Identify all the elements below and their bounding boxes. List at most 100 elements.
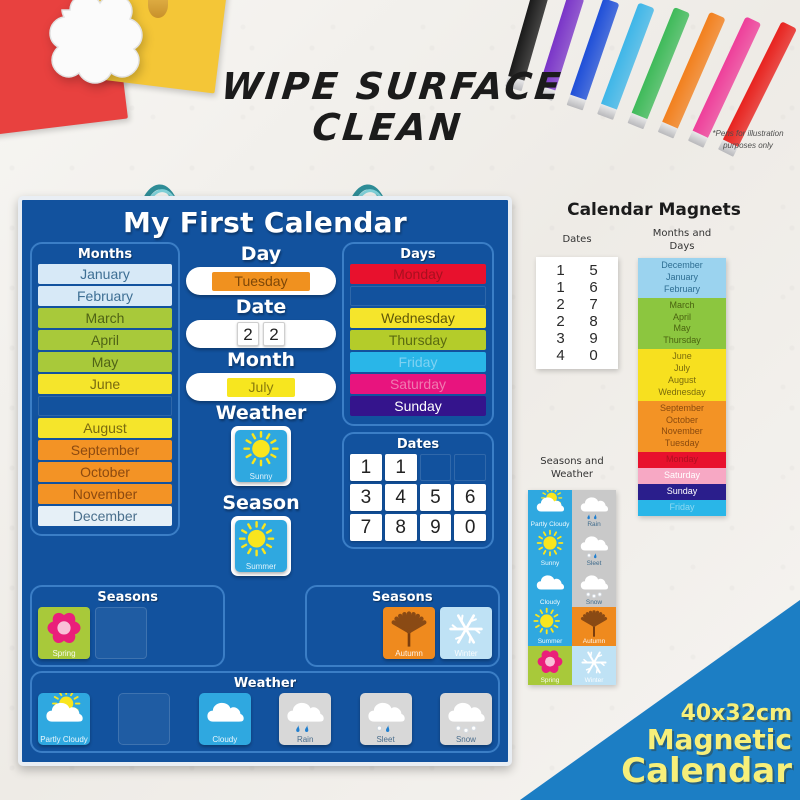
magnet-group[interactable]: March April May Thursday [638,297,726,350]
magnet-date-digit[interactable]: 6 [589,279,597,296]
magnet-item-may[interactable]: May [638,323,726,335]
day-slot[interactable]: Tuesday [186,267,336,295]
magnet-date-digit[interactable]: 3 [556,330,564,347]
season-slot[interactable]: Summer [231,516,291,576]
dates-cell-empty[interactable] [454,454,486,481]
tile-june[interactable]: June [38,374,172,394]
magnet-sw-sunny[interactable]: Sunny [528,529,572,568]
magnet-date-digit[interactable]: 4 [556,347,564,364]
tile-monday[interactable]: Monday [350,264,486,284]
weather-current-tile[interactable]: Sunny [235,430,287,482]
magnet-item-sunday[interactable]: Sunday [638,486,726,498]
magnet-item-december[interactable]: December [638,260,726,272]
magnet-item-november[interactable]: November [638,426,726,438]
season-current-tile[interactable]: Summer [235,520,287,572]
magnet-item-thursday[interactable]: Thursday [638,335,726,347]
dates-cell[interactable]: 8 [384,514,417,541]
date-slot[interactable]: 22 [186,320,336,348]
magnet-date-digit[interactable]: 5 [589,262,597,279]
magnet-sw-snow[interactable]: Snow [572,568,616,607]
weather-slot[interactable]: Sunny [231,426,291,486]
tile-saturday[interactable]: Saturday [350,374,486,394]
magnet-group[interactable]: Friday [638,499,726,516]
magnet-date-digit[interactable]: 2 [556,313,564,330]
tile-february[interactable]: February [38,286,172,306]
dates-cell[interactable]: 5 [419,484,452,511]
weather-tile-partly-cloudy[interactable]: Partly Cloudy [38,693,90,745]
dates-cell[interactable]: 3 [350,484,382,511]
weather-tile-rain[interactable]: Rain [279,693,332,745]
seasons-weather-magnet-sheet[interactable]: Partly Cloudy Rain Sunny Sleet Cloudy Snow Sum… [528,490,616,685]
day-value-chip[interactable]: Tuesday [212,271,310,291]
magnet-item-january[interactable]: January [638,272,726,284]
magnet-sw-winter[interactable]: Winter [572,646,616,685]
magnet-item-august[interactable]: August [638,375,726,387]
month-value-chip[interactable]: July [226,377,296,397]
magnet-sw-summer[interactable]: Summer [528,607,572,646]
magnet-sw-autumn[interactable]: Autumn [572,607,616,646]
magnet-date-digit[interactable]: 9 [589,330,597,347]
tile-january[interactable]: January [38,264,172,284]
tile-november[interactable]: November [38,484,172,504]
tile-december[interactable]: December [38,506,172,526]
magnet-date-digit[interactable]: 8 [589,313,597,330]
magnet-group[interactable]: Monday [638,452,726,468]
tile-august[interactable]: August [38,418,172,438]
dates-cell[interactable]: 1 [384,454,417,481]
magnet-item-october[interactable]: October [638,415,726,427]
magnet-item-friday[interactable]: Friday [638,502,726,514]
weather-tile-sleet[interactable]: Sleet [359,693,412,745]
tile-april[interactable]: April [38,330,172,350]
tile-thursday[interactable]: Thursday [350,330,486,350]
season-slot-empty[interactable] [95,607,147,659]
magnet-item-june[interactable]: June [638,351,726,363]
dates-magnet-sheet[interactable]: 1 5 1 6 2 7 2 8 3 9 4 0 [536,257,618,369]
magnet-date-digit[interactable]: 1 [556,279,564,296]
tile-friday[interactable]: Friday [350,352,486,372]
magnet-item-september[interactable]: September [638,403,726,415]
magnet-sw-rain[interactable]: Rain [572,490,616,529]
dates-cell-empty[interactable] [420,454,452,481]
magnet-item-april[interactable]: April [638,312,726,324]
weather-tile-snow[interactable]: Snow [439,693,492,745]
magnet-date-digit[interactable]: 2 [556,296,564,313]
magnet-group[interactable]: December January February [638,258,726,298]
date-digit[interactable]: 2 [237,322,259,346]
dates-cell[interactable]: 4 [384,484,417,511]
magnet-item-saturday[interactable]: Saturday [638,470,726,482]
months-days-magnet-strip[interactable]: December January February March April May Thur… [638,258,726,516]
dates-cell[interactable]: 6 [454,484,486,511]
magnet-group[interactable]: Sunday [638,483,726,500]
season-tile-winter[interactable]: Winter [440,607,492,659]
magnet-item-march[interactable]: March [638,300,726,312]
tile-october[interactable]: October [38,462,172,482]
month-slot[interactable]: July [186,373,336,401]
magnet-sw-cloudy[interactable]: Cloudy [528,568,572,607]
magnet-group[interactable]: Saturday [638,468,726,484]
magnet-item-wednesday[interactable]: Wednesday [638,387,726,399]
tile-sunday[interactable]: Sunday [350,396,486,416]
magnet-sw-sleet[interactable]: Sleet [572,529,616,568]
tile-march[interactable]: March [38,308,172,328]
season-tile-spring[interactable]: Spring [38,607,90,659]
magnet-date-digit[interactable]: 7 [589,296,597,313]
dates-cell[interactable]: 9 [419,514,452,541]
magnet-group[interactable]: September October November Tuesday [638,400,726,453]
tile-wednesday[interactable]: Wednesday [350,308,486,328]
dates-cell[interactable]: 0 [454,514,486,541]
date-digit[interactable]: 2 [263,322,285,346]
magnet-item-february[interactable]: February [638,284,726,296]
tile-may[interactable]: May [38,352,172,372]
dates-cell[interactable]: 1 [350,454,382,481]
magnet-sw-partly-cloudy[interactable]: Partly Cloudy [528,490,572,529]
season-tile-autumn[interactable]: Autumn [383,607,435,659]
tile-september[interactable]: September [38,440,172,460]
magnet-sw-spring[interactable]: Spring [528,646,572,685]
magnet-item-monday[interactable]: Monday [638,454,726,466]
dates-cell[interactable]: 7 [350,514,382,541]
magnet-item-tuesday[interactable]: Tuesday [638,438,726,450]
magnet-group[interactable]: June July August Wednesday [638,349,726,401]
months-tile-empty[interactable] [38,396,172,416]
magnet-item-july[interactable]: July [638,363,726,375]
magnet-date-digit[interactable]: 0 [589,347,597,364]
